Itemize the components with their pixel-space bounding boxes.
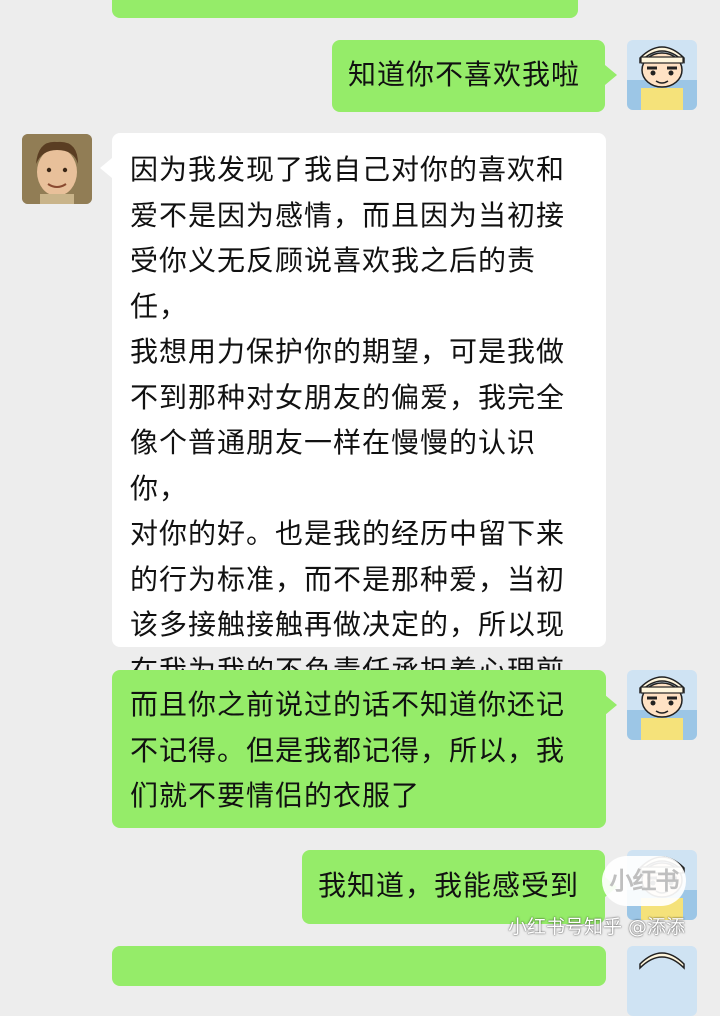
xiaohongshu-logo-watermark: 小红书 [602,856,686,906]
message-bubble-outgoing[interactable]: 知道你不喜欢我啦 [332,40,605,112]
cartoon-boy-avatar[interactable] [627,946,697,1016]
message-line: 不记得。但是我都记得，所以，我 [130,733,566,767]
bubble-tail [100,158,112,178]
cartoon-boy-avatar[interactable] [627,670,697,740]
message-text: 我知道，我能感受到 [318,869,580,902]
message-line: 受你义无反顾说喜欢我之后的责任， [130,244,537,323]
bubble-tail [605,695,617,715]
message-line: 爱不是因为感情，而且因为当初接 [130,198,566,232]
message-line: 该多接触接触再做决定的，所以现 [130,608,566,641]
message-line: 对你的好。也是我的经历中留下来 [130,517,566,550]
message-line: 的行为标准，而不是那种爱，当初 [130,562,566,596]
message-bubble-outgoing[interactable]: 而且你之前说过的话不知道你还记 不记得。但是我都记得，所以，我 们就不要情侣的衣… [112,670,606,828]
message-bubble-partial-bottom[interactable] [112,946,606,986]
watermark-text: 小红书号知乎 @添添 [508,916,686,938]
message-bubble-incoming[interactable]: 因为我发现了我自己对你的喜欢和 爱不是因为感情，而且因为当初接 受你义无反顾说喜… [112,133,606,732]
message-line: 而且你之前说过的话不知道你还记 [130,688,566,721]
message-text: 知道你不喜欢我啦 [348,58,581,91]
message-bubble-partial-top[interactable] [112,0,578,18]
message-line: 因为我发现了我自己对你的喜欢和 [130,153,566,186]
message-line: 我想用力保护你的期望，可是我做 [130,335,566,368]
message-line: 像个普通朋友一样在慢慢的认识你， [130,426,537,505]
cartoon-boy-avatar[interactable] [627,40,697,110]
watermark-logo-text: 小红书 [609,867,680,895]
message-line: 们就不要情侣的衣服了 [130,779,421,812]
bubble-tail [605,65,617,85]
boy-photo-avatar[interactable] [22,134,92,204]
message-line: 不到那种对女朋友的偏爱，我完全 [130,380,566,414]
